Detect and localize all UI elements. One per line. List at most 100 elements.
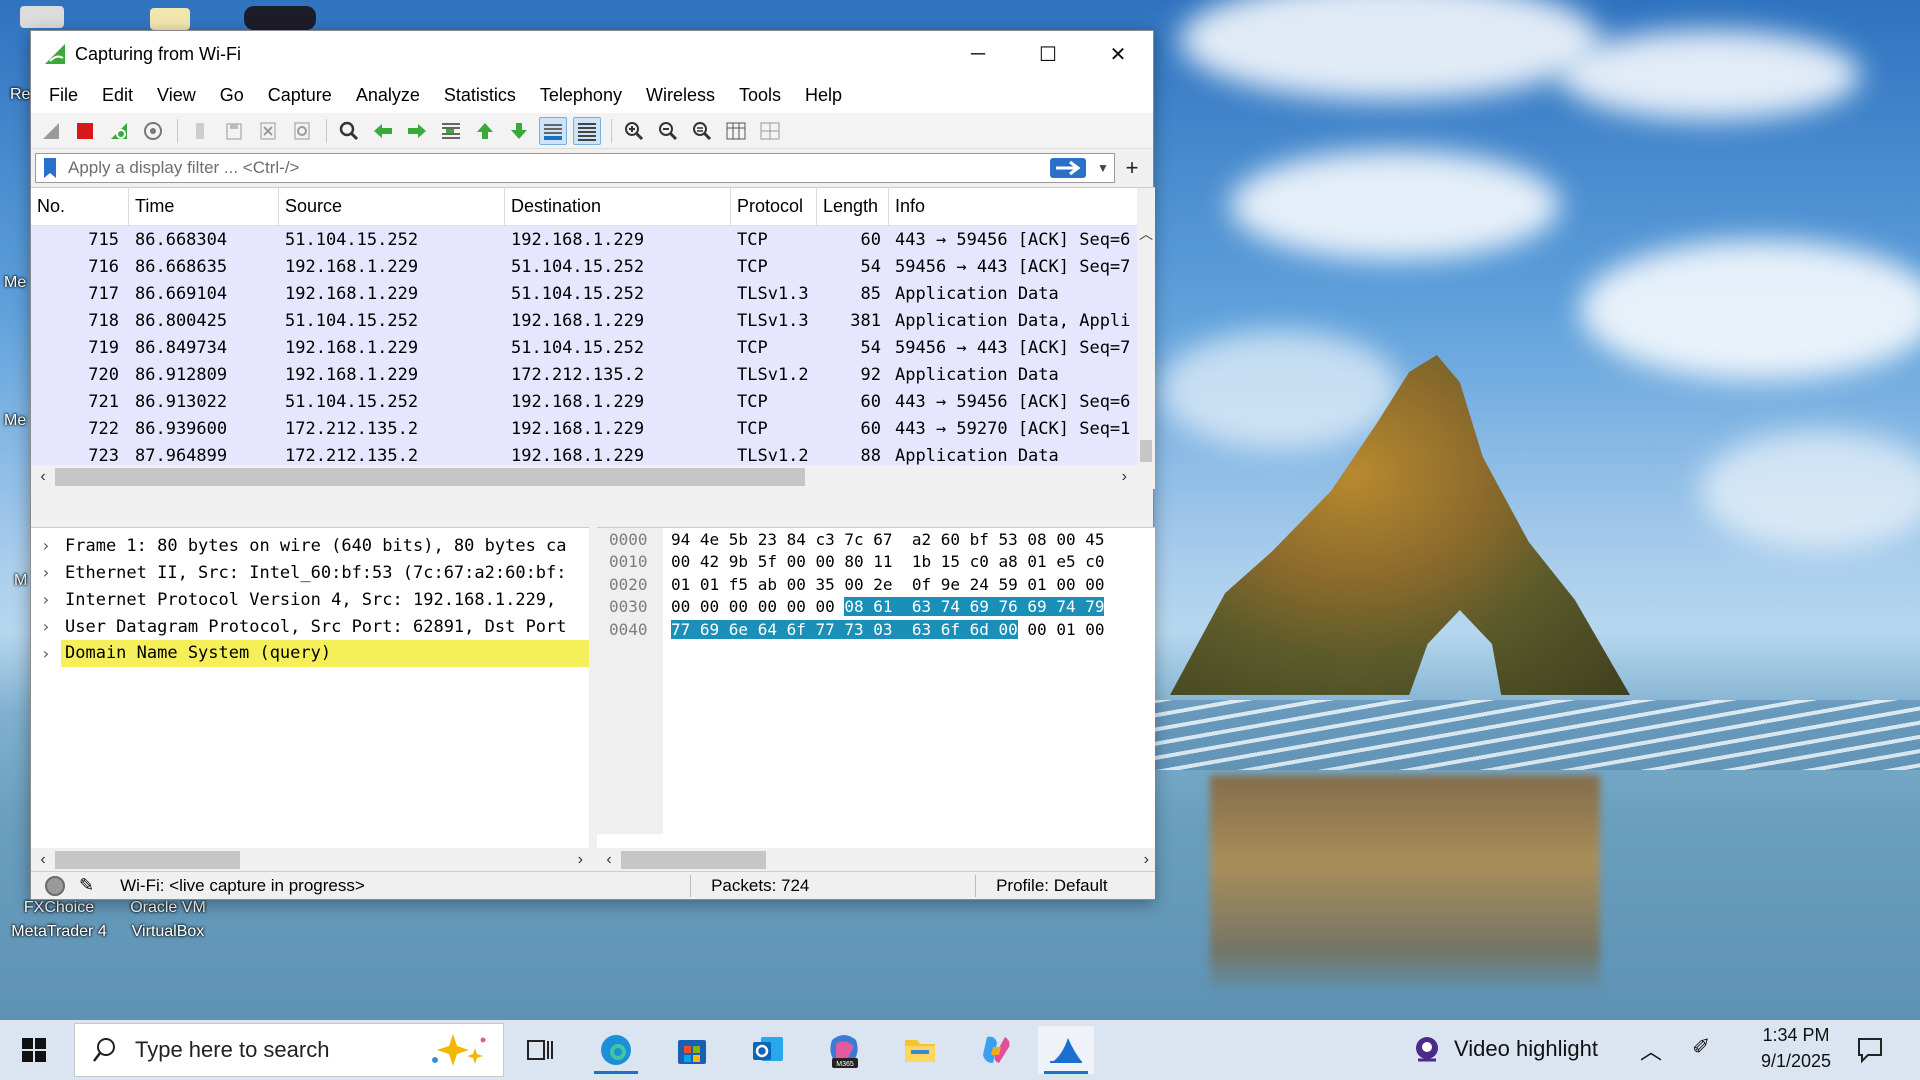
chevron-right-icon[interactable]: › bbox=[31, 644, 61, 663]
go-to-packet-icon[interactable] bbox=[437, 117, 465, 145]
packet-list-vscrollbar[interactable]: ︿ bbox=[1137, 188, 1155, 466]
comment-icon[interactable]: ✎ bbox=[79, 875, 94, 896]
minimize-button[interactable]: ─ bbox=[943, 31, 1013, 77]
details-hscrollbar[interactable]: ‹ › bbox=[31, 848, 589, 872]
scroll-left-icon[interactable]: ‹ bbox=[31, 851, 55, 869]
task-view-icon[interactable] bbox=[512, 1026, 568, 1074]
find-packet-icon[interactable] bbox=[335, 117, 363, 145]
packet-row[interactable]: 717 86.669104 192.168.1.229 51.104.15.252 TL… bbox=[31, 280, 1137, 307]
hex-line[interactable]: 00 00 00 00 00 00 08 61 63 74 69 76 69 7… bbox=[671, 596, 1105, 619]
filter-dropdown-icon[interactable]: ▼ bbox=[1092, 161, 1114, 175]
go-last-icon[interactable] bbox=[505, 117, 533, 145]
desktop-icon-virtualbox[interactable]: Oracle VM VirtualBox bbox=[118, 896, 218, 944]
go-forward-icon[interactable] bbox=[403, 117, 431, 145]
chevron-right-icon[interactable]: › bbox=[31, 617, 61, 636]
detail-tree-item[interactable]: › Domain Name System (query) bbox=[31, 640, 589, 667]
packet-row[interactable]: 722 86.939600 172.212.135.2 192.168.1.229 TC… bbox=[31, 415, 1137, 442]
resize-columns-icon[interactable] bbox=[722, 117, 750, 145]
detail-tree-item[interactable]: › Ethernet II, Src: Intel_60:bf:53 (7c:67… bbox=[31, 559, 589, 586]
expert-info-icon[interactable] bbox=[45, 875, 65, 896]
copilot-icon[interactable] bbox=[968, 1026, 1024, 1074]
scroll-right-icon[interactable]: › bbox=[1122, 468, 1127, 486]
apply-filter-arrow-icon[interactable] bbox=[1050, 157, 1086, 179]
clock-date[interactable]: 9/1/2025 bbox=[1748, 1051, 1844, 1072]
profile-status[interactable]: Profile: Default bbox=[996, 876, 1108, 896]
chevron-right-icon[interactable]: › bbox=[31, 563, 61, 582]
detail-tree-item[interactable]: › Internet Protocol Version 4, Src: 192.1… bbox=[31, 586, 589, 613]
hex-line[interactable]: 00 42 9b 5f 00 00 80 11 1b 15 c0 a8 01 e… bbox=[671, 551, 1104, 574]
column-info[interactable]: Info bbox=[889, 188, 1155, 226]
menu-edit[interactable]: Edit bbox=[90, 85, 145, 106]
menu-capture[interactable]: Capture bbox=[256, 85, 344, 106]
title-bar[interactable]: Capturing from Wi-Fi ─ ☐ ✕ bbox=[31, 31, 1153, 77]
packet-row[interactable]: 723 87.964899 172.212.135.2 192.168.1.229 TL… bbox=[31, 442, 1137, 466]
edge-icon[interactable] bbox=[588, 1026, 644, 1074]
go-first-icon[interactable] bbox=[471, 117, 499, 145]
hex-line[interactable]: 94 4e 5b 23 84 c3 7c 67 a2 60 bf 53 08 0… bbox=[671, 528, 1104, 551]
chevron-right-icon[interactable]: › bbox=[31, 536, 61, 555]
restart-capture-icon[interactable] bbox=[105, 117, 133, 145]
desktop-file-icon[interactable] bbox=[150, 8, 190, 30]
hscroll-thumb[interactable] bbox=[621, 851, 766, 869]
menu-go[interactable]: Go bbox=[208, 85, 256, 106]
menu-statistics[interactable]: Statistics bbox=[432, 85, 528, 106]
column-no[interactable]: No. bbox=[31, 187, 129, 226]
add-filter-button[interactable]: + bbox=[1115, 155, 1149, 181]
recycle-bin-icon[interactable] bbox=[20, 6, 64, 28]
packet-row[interactable]: 720 86.912809 192.168.1.229 172.212.135.2 TL… bbox=[31, 361, 1137, 388]
menu-analyze[interactable]: Analyze bbox=[344, 85, 432, 106]
bytes-hscrollbar[interactable]: ‹ › bbox=[597, 848, 1155, 872]
packet-row[interactable]: 718 86.800425 51.104.15.252 192.168.1.229 TL… bbox=[31, 307, 1137, 334]
colorize-icon[interactable] bbox=[573, 116, 601, 145]
file-explorer-icon[interactable] bbox=[892, 1026, 948, 1074]
zoom-normal-icon[interactable] bbox=[688, 117, 716, 145]
video-highlight-label[interactable]: Video highlight bbox=[1454, 1036, 1598, 1062]
open-file-icon[interactable] bbox=[186, 117, 214, 145]
hex-line[interactable]: 77 69 6e 64 6f 77 73 03 63 6f 6d 00 00 0… bbox=[671, 618, 1104, 641]
start-capture-icon[interactable] bbox=[37, 117, 65, 145]
zoom-out-icon[interactable] bbox=[654, 117, 682, 145]
outlook-icon[interactable] bbox=[740, 1026, 796, 1074]
menu-telephony[interactable]: Telephony bbox=[528, 85, 634, 106]
notifications-icon[interactable] bbox=[1856, 1036, 1884, 1064]
column-protocol[interactable]: Protocol bbox=[731, 187, 817, 226]
hex-line[interactable]: 01 01 f5 ab 00 35 00 2e 0f 9e 24 59 01 0… bbox=[671, 573, 1104, 596]
video-highlight-icon[interactable] bbox=[1412, 1034, 1442, 1066]
column-time[interactable]: Time bbox=[129, 187, 279, 226]
pen-icon[interactable]: ✐ bbox=[1692, 1034, 1710, 1060]
detail-tree-item[interactable]: › User Datagram Protocol, Src Port: 62891… bbox=[31, 613, 589, 640]
stop-capture-icon[interactable] bbox=[71, 117, 99, 145]
m365-icon[interactable]: M365 bbox=[816, 1026, 872, 1074]
capture-options-icon[interactable] bbox=[139, 117, 167, 145]
start-button[interactable] bbox=[22, 1038, 46, 1062]
packet-row[interactable]: 721 86.913022 51.104.15.252 192.168.1.229 TC… bbox=[31, 388, 1137, 415]
reload-file-icon[interactable] bbox=[288, 117, 316, 145]
save-file-icon[interactable] bbox=[220, 117, 248, 145]
packet-row[interactable]: 719 86.849734 192.168.1.229 51.104.15.252 TC… bbox=[31, 334, 1137, 361]
display-filter-input[interactable] bbox=[62, 158, 1050, 178]
packet-row[interactable]: 716 86.668635 192.168.1.229 51.104.15.252 TC… bbox=[31, 253, 1137, 280]
menu-help[interactable]: Help bbox=[793, 85, 854, 106]
menu-wireless[interactable]: Wireless bbox=[634, 85, 727, 106]
layout-icon[interactable] bbox=[756, 117, 784, 145]
column-length[interactable]: Length bbox=[817, 187, 889, 226]
taskbar-search-box[interactable]: Type here to search bbox=[74, 1023, 504, 1077]
column-source[interactable]: Source bbox=[279, 187, 505, 226]
desktop-icon-fxchoice[interactable]: FXChoice MetaTrader 4 bbox=[4, 896, 114, 944]
maximize-button[interactable]: ☐ bbox=[1013, 31, 1083, 77]
close-button[interactable]: ✕ bbox=[1083, 31, 1153, 77]
close-file-icon[interactable] bbox=[254, 117, 282, 145]
column-destination[interactable]: Destination bbox=[505, 187, 731, 226]
scroll-up-icon[interactable]: ︿ bbox=[1137, 224, 1155, 244]
autoscroll-icon[interactable] bbox=[539, 116, 567, 145]
store-icon[interactable] bbox=[664, 1026, 720, 1074]
menu-tools[interactable]: Tools bbox=[727, 85, 793, 106]
desktop-app-icon[interactable] bbox=[244, 6, 316, 30]
clock-time[interactable]: 1:34 PM bbox=[1756, 1025, 1836, 1046]
hscroll-thumb[interactable] bbox=[55, 468, 805, 486]
bookmark-icon[interactable] bbox=[40, 155, 62, 181]
scroll-right-icon[interactable]: › bbox=[578, 851, 583, 869]
hscroll-thumb[interactable] bbox=[55, 851, 240, 869]
zoom-in-icon[interactable] bbox=[620, 117, 648, 145]
scroll-left-icon[interactable]: ‹ bbox=[597, 851, 621, 869]
